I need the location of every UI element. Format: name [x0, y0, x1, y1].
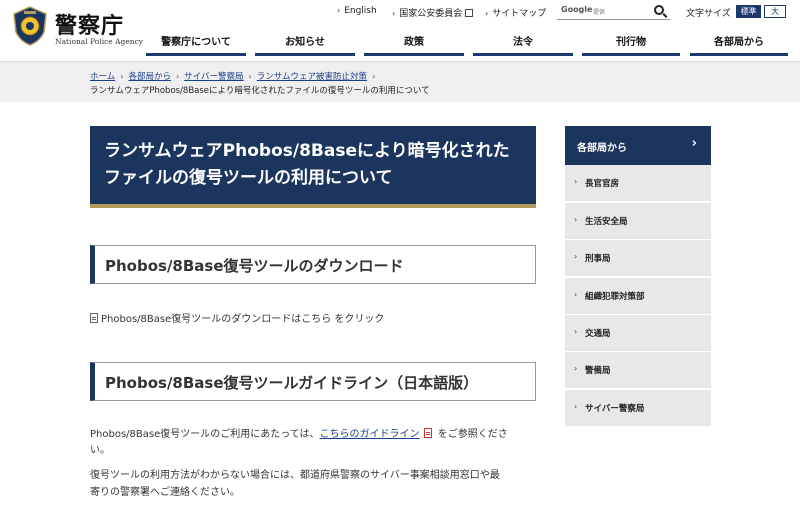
chevron-right-icon: › [574, 252, 578, 261]
breadcrumb-home[interactable]: ホーム [90, 72, 115, 82]
site-name[interactable]: 警察庁 [55, 8, 124, 40]
search-brand: Google [561, 5, 593, 14]
page-title: ランサムウェアPhobos/8Baseにより暗号化されたファイルの復号ツールの利… [90, 126, 536, 208]
util-link-public-safety-commission[interactable]: › 国家公安委員会 [392, 6, 474, 20]
contact-paragraph-line2: 寄りの警察署へご連絡ください。 [90, 487, 240, 498]
police-emblem-logo[interactable] [12, 6, 48, 46]
chevron-right-icon: › [337, 6, 341, 15]
guideline-paragraph-line2: い。 [90, 445, 110, 456]
site-name-english: National Police Agency [55, 37, 144, 46]
nav-news[interactable]: お知らせ [255, 34, 355, 56]
file-icon [90, 313, 98, 323]
page-title-text: ランサムウェアPhobos/8Baseにより暗号化されたファイルの復号ツールの利… [104, 141, 510, 188]
chevron-right-icon: › [574, 364, 578, 373]
sidebar-item-secretariat[interactable]: › 長官官房 [565, 165, 711, 202]
sidebar-item-cyber[interactable]: › サイバー警察局 [565, 390, 711, 427]
chevron-right-icon: › [691, 136, 697, 151]
breadcrumb-ransomware[interactable]: ランサムウェア被害防止対策 [257, 72, 367, 82]
nav-bureaus[interactable]: 各部局から [690, 34, 788, 56]
search-hint: 提供 [593, 9, 606, 16]
breadcrumb-current: ランサムウェアPhobos/8Baseにより暗号化されたファイルの復号ツールの利… [90, 86, 430, 96]
chevron-right-icon: › [574, 177, 578, 186]
section-heading-download: Phobos/8Base復号ツールのダウンロード [90, 245, 536, 284]
chevron-right-icon: › [485, 9, 489, 18]
chevron-right-icon: › [574, 290, 578, 299]
search-input[interactable]: Google 提供 [557, 2, 670, 20]
breadcrumb: ホーム › 各部局から › サイバー警察局 › ランサムウェア被害防止対策 › ランサムウェア… [0, 61, 800, 102]
download-link[interactable]: Phobos/8Base復号ツールのダウンロードはこちら をクリック [90, 310, 384, 325]
nav-about[interactable]: 警察庁について [146, 34, 246, 56]
chevron-right-icon: › [175, 72, 180, 81]
chevron-right-icon: › [248, 72, 252, 81]
sidebar-item-security[interactable]: › 警備局 [565, 352, 711, 389]
chevron-right-icon: › [372, 72, 376, 81]
sidebar-item-organized-crime[interactable]: › 組織犯罪対策部 [565, 278, 711, 315]
breadcrumb-links: ホーム › 各部局から › サイバー警察局 › ランサムウェア被害防止対策 › [90, 70, 380, 82]
nav-publications[interactable]: 刊行物 [582, 34, 680, 56]
font-size-standard-button[interactable]: 標準 [736, 5, 761, 18]
external-link-icon [465, 9, 474, 17]
sidebar-item-community-safety[interactable]: › 生活安全局 [565, 203, 711, 240]
font-size-large-button[interactable]: 大 [764, 5, 786, 18]
nav-policy[interactable]: 政策 [364, 34, 464, 56]
sidebar-item-criminal-affairs[interactable]: › 刑事局 [565, 240, 711, 277]
site-header: 警察庁 National Police Agency › English › 国家公… [0, 0, 800, 60]
nav-laws[interactable]: 法令 [473, 34, 573, 56]
chevron-right-icon: › [574, 402, 578, 411]
chevron-right-icon: › [392, 9, 396, 18]
font-size-label: 文字サイズ [686, 9, 731, 19]
util-link-english[interactable]: › English [337, 6, 377, 20]
chevron-right-icon: › [574, 215, 578, 224]
sidebar-item-traffic[interactable]: › 交通局 [565, 315, 711, 352]
contact-paragraph-line1: 復号ツールの利用方法がわからない場合には、都道府県警察のサイバー事案相談用窓口や… [90, 470, 500, 481]
guideline-link[interactable]: こちらのガイドライン [320, 429, 420, 440]
util-link-sitemap[interactable]: › サイトマップ [485, 6, 546, 20]
breadcrumb-cyber-bureau[interactable]: サイバー警察局 [184, 72, 243, 82]
breadcrumb-bureaus[interactable]: 各部局から [128, 72, 171, 82]
chevron-right-icon: › [120, 72, 124, 81]
chevron-right-icon: › [574, 327, 578, 336]
search-icon[interactable] [654, 5, 664, 15]
section-heading-guideline: Phobos/8Base復号ツールガイドライン（日本語版） [90, 362, 536, 401]
sidebar-header-bureaus[interactable]: 各部局から › [565, 126, 711, 165]
pdf-icon [423, 428, 432, 438]
guideline-paragraph-line1: Phobos/8Base復号ツールのご利用にあたっては、こちらのガイドライン を… [90, 428, 508, 440]
